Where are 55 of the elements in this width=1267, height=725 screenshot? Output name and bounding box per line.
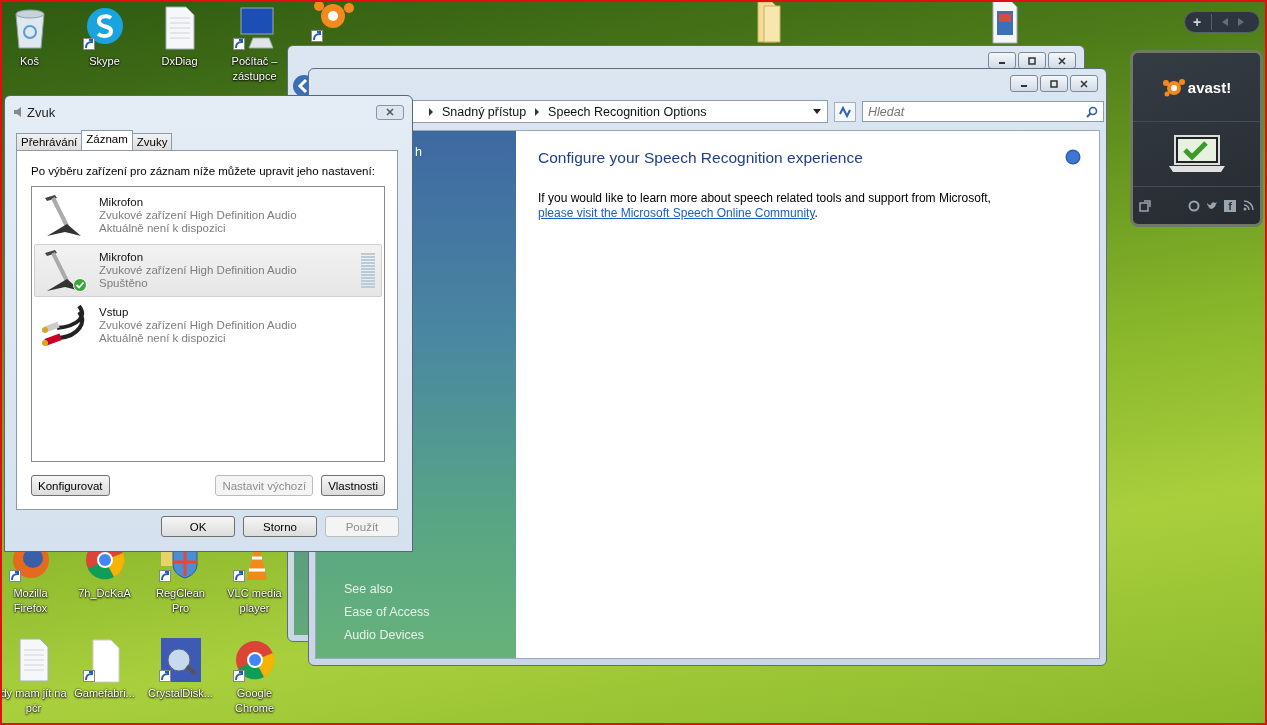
device-status: Aktuálně není k dispozici [99, 332, 227, 345]
tab[interactable]: Zvuky [131, 133, 173, 150]
instruction-text: Po výběru zařízení pro záznam níže můžete upravit jeho nastavení: [31, 165, 376, 177]
logo-text: avast! [1187, 78, 1232, 96]
bird-icon[interactable] [1206, 199, 1218, 212]
search-field[interactable]: Hledat [862, 101, 1104, 122]
device-description: Zvukové zařízení High Definition Audio [99, 209, 298, 222]
rss-icon[interactable] [1242, 199, 1254, 212]
device-description: Zvukové zařízení High Definition Audio [99, 319, 298, 332]
device-status: Spuštěno [99, 277, 149, 290]
breadcrumb-item[interactable]: Speech Recognition Options [548, 104, 707, 119]
desktop-icon-label[interactable]: Počítač – zástupce [220, 54, 289, 84]
device-row[interactable]: Mikrofon Zvukové zařízení High Definition Audio Aktuálně není k dispozici [34, 189, 382, 242]
close-button[interactable] [376, 104, 404, 120]
see-also-heading: See also [344, 582, 394, 596]
tab[interactable]: Přehrávání [16, 133, 83, 150]
facebook-icon[interactable]: f [1224, 199, 1236, 212]
dialog-button[interactable]: Konfigurovat [31, 475, 110, 496]
tab[interactable]: Záznam [81, 130, 133, 150]
window-icon[interactable] [1139, 199, 1151, 212]
device-row[interactable]: Mikrofon Zvukové zařízení High Definition Audio Spuštěno [34, 244, 382, 297]
device-status: Aktuálně není k dispozici [99, 222, 227, 235]
window-title: Zvuk [27, 104, 56, 120]
desktop-icon-label[interactable]: DxDiag [145, 54, 214, 69]
laptop-check-icon[interactable] [1166, 134, 1227, 174]
add-gadget-button[interactable]: + [1193, 14, 1213, 30]
desktop-icon-label[interactable]: Koš [2, 54, 64, 69]
page-heading: Configure your Speech Recognition experience [538, 149, 863, 167]
chevron-icon [534, 107, 541, 116]
close-icon [1079, 79, 1089, 88]
maximize-icon [1027, 56, 1037, 65]
device-row[interactable]: Vstup Zvukové zařízení High Definition Audio Aktuálně není k dispozici [34, 299, 382, 352]
device-name: Mikrofon [99, 251, 145, 264]
maximize-button[interactable] [1040, 75, 1068, 92]
speaker-icon [13, 106, 23, 118]
refresh-button[interactable] [834, 101, 856, 122]
splat-logo-icon [1161, 77, 1186, 97]
level-meter [361, 253, 375, 288]
device-description: Zvukové zařízení High Definition Audio [99, 264, 298, 277]
minimize-button[interactable] [1010, 75, 1038, 92]
device-name: Vstup [99, 306, 130, 319]
device-name: Mikrofon [99, 196, 145, 209]
desktop-icon-label[interactable]: Skype [70, 54, 139, 69]
close-icon [1057, 56, 1067, 65]
dialog-button[interactable]: OK [161, 516, 235, 537]
close-icon [385, 108, 395, 116]
dialog-button[interactable]: Vlastnosti [321, 475, 385, 496]
close-button[interactable] [1070, 75, 1098, 92]
dropdown-arrow-icon[interactable] [813, 109, 821, 114]
community-link[interactable]: please visit the Microsoft Speech Online Community [538, 206, 815, 220]
maximize-icon [1049, 79, 1059, 88]
dialog-button[interactable]: Storno [243, 516, 317, 537]
info-paragraph: If you would like to learn more about speech related tools and support from Microsoft, please visit the Microsoft Speech Online Community. [538, 191, 992, 221]
chevron-icon [428, 107, 434, 116]
breadcrumb-item[interactable]: Snadný přístup [442, 104, 527, 119]
